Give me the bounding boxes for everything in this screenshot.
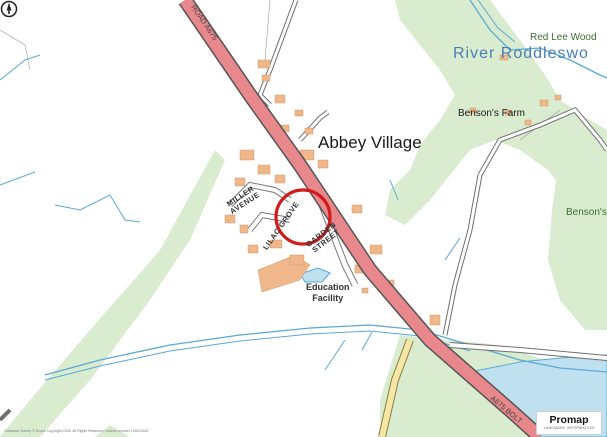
west-track [0,408,12,422]
north-arrow-icon [0,0,18,18]
place-label-education-facility: Education Facility [306,282,350,304]
education-line2: Facility [312,293,344,303]
stream-south-1 [324,339,346,371]
copyright-text: Ordnance Survey © Crown Copyright 2025. … [4,429,149,433]
lane-east-2-fill [443,174,482,336]
stream-south-2 [361,331,373,351]
place-label-red-lee-wood: Red Lee Wood [530,32,597,43]
place-label-river: River Roddleswo [453,45,589,62]
place-label-abbey-village: Abbey Village [318,133,422,152]
brand-name: Promap [549,414,589,426]
stream-east-1 [444,237,461,261]
education-line1: Education [306,282,350,292]
stream-west-2 [0,171,36,186]
place-label-bensons-farm: Benson's Farm [458,108,525,119]
field-boundary-2 [264,0,271,61]
stream-west-3 [54,194,141,223]
map-canvas [0,0,607,437]
stream-west-1 [0,54,41,81]
promap-logo: Promap LANDMARK INFORMATION [536,411,602,435]
place-label-bensons-edge: Benson's [566,207,607,218]
map-view[interactable]: Abbey Village Benson's Farm Red Lee Wood… [0,0,607,437]
woodland-strip [0,150,225,437]
brand-tagline: LANDMARK INFORMATION [543,426,595,430]
field-boundary-1 [0,29,31,71]
